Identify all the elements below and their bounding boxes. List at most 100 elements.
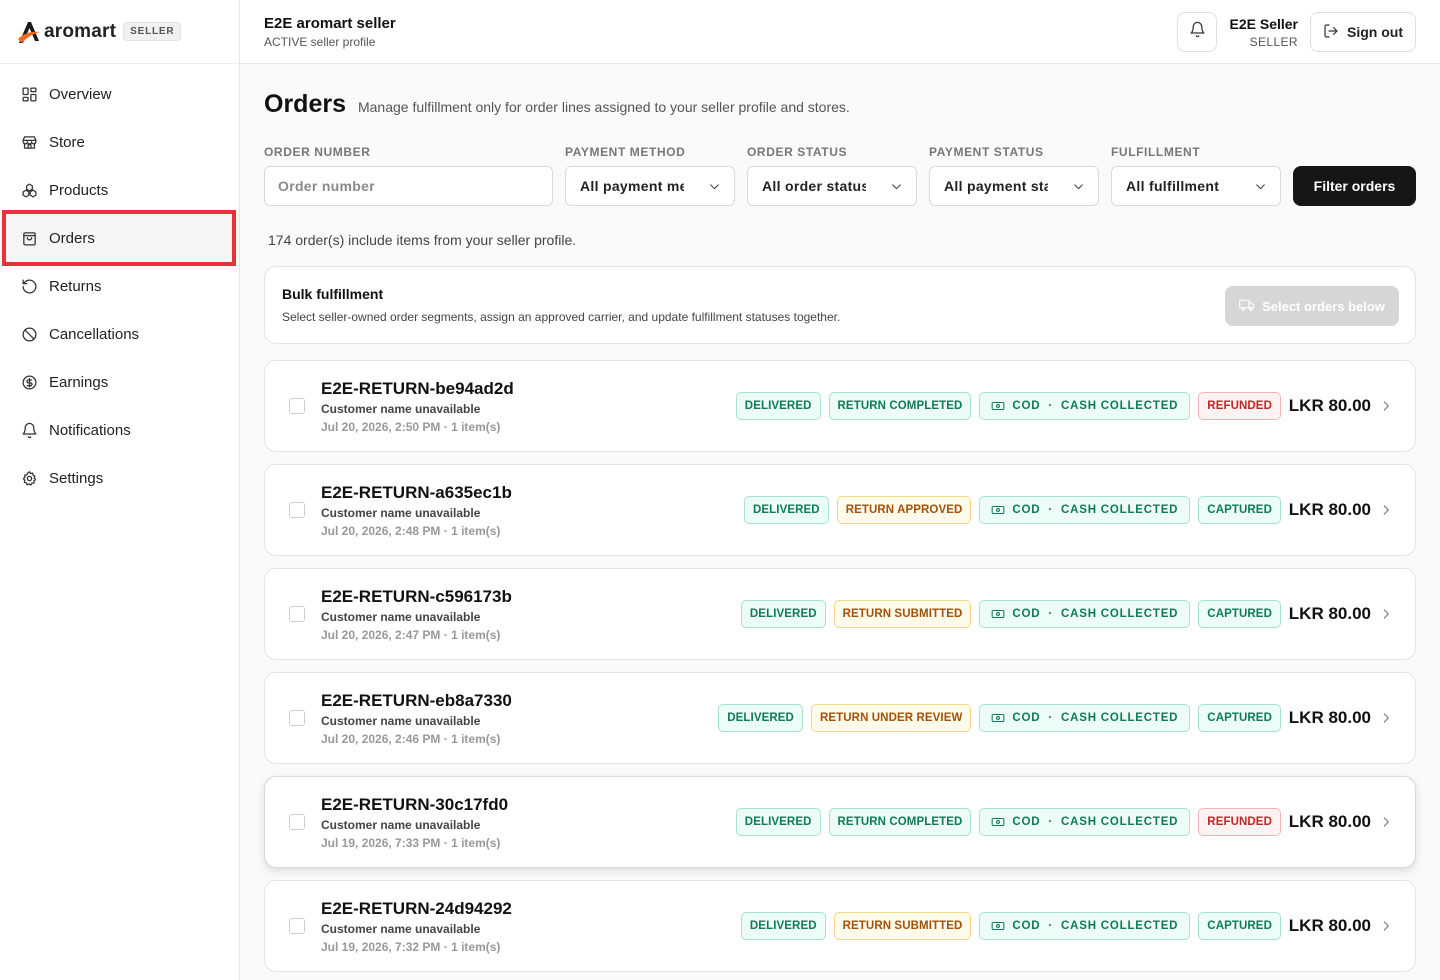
log-out-icon xyxy=(1323,23,1339,42)
order-card[interactable]: E2E-RETURN-30c17fd0 Customer name unavai… xyxy=(264,776,1416,868)
return-status-badge: RETURN SUBMITTED xyxy=(833,600,972,628)
payment-method-label: PAYMENT METHOD xyxy=(565,145,686,159)
order-number-label: ORDER NUMBER xyxy=(264,145,371,159)
bulk-fulfillment-panel: Bulk fulfillment Select seller-owned ord… xyxy=(264,266,1416,344)
bell-icon xyxy=(20,421,38,439)
sidebar-item-notifications[interactable]: Notifications xyxy=(0,406,239,454)
order-number: E2E-RETURN-30c17fd0 xyxy=(321,795,509,814)
gear-icon xyxy=(20,469,38,487)
chevron-down-icon xyxy=(1254,180,1267,193)
fulfillment-value: All fulfillment xyxy=(1126,178,1220,194)
order-meta: Jul 20, 2026, 2:46 PM · 1 item(s) xyxy=(321,732,501,746)
chevron-right-icon[interactable] xyxy=(1379,919,1393,933)
cash-icon xyxy=(992,713,1005,723)
order-number: E2E-RETURN-24d94292 xyxy=(321,899,512,918)
order-card[interactable]: E2E-RETURN-a635ec1b Customer name unavai… xyxy=(264,464,1416,556)
sidebar-nav: Overview Store Products Orders Returns C… xyxy=(0,64,239,502)
payment-method-select[interactable]: All payment methods xyxy=(565,166,735,206)
order-badges: DELIVERED RETURN SUBMITTED COD · CASH COLL… xyxy=(740,600,1281,628)
order-status-label: ORDER STATUS xyxy=(747,145,848,159)
return-status-badge: RETURN SUBMITTED xyxy=(833,912,972,940)
fulfillment-status-badge: DELIVERED xyxy=(740,912,826,940)
return-status-badge: RETURN COMPLETED xyxy=(828,392,972,420)
sidebar-item-products[interactable]: Products xyxy=(0,166,239,214)
bulk-fulfillment-description: Select seller-owned order segments, assi… xyxy=(282,310,841,324)
chevron-right-icon[interactable] xyxy=(1379,711,1393,725)
sidebar-item-label: Earnings xyxy=(49,373,109,391)
filter-orders-button[interactable]: Filter orders xyxy=(1293,166,1416,206)
seller-profile-name: E2E aromart seller xyxy=(264,15,396,32)
order-select-checkbox[interactable] xyxy=(289,814,305,830)
cash-icon xyxy=(992,609,1005,619)
payment-method: COD xyxy=(1012,608,1041,620)
sign-out-button[interactable]: Sign out xyxy=(1310,12,1416,52)
chevron-right-icon[interactable] xyxy=(1379,607,1393,621)
order-select-checkbox[interactable] xyxy=(289,606,305,622)
aromart-logo-icon xyxy=(16,19,42,45)
order-customer: Customer name unavailable xyxy=(321,402,481,416)
chevron-right-icon[interactable] xyxy=(1379,503,1393,517)
sidebar-item-settings[interactable]: Settings xyxy=(0,454,239,502)
cash-icon xyxy=(992,401,1005,411)
sidebar-item-earnings[interactable]: Earnings xyxy=(0,358,239,406)
truck-icon xyxy=(1239,297,1255,316)
order-status-select[interactable]: All order statuses xyxy=(747,166,917,206)
sidebar-item-orders[interactable]: Orders xyxy=(0,210,239,266)
payment-method: COD xyxy=(1012,816,1041,828)
order-number-input[interactable]: Order number xyxy=(264,166,553,206)
order-meta: Jul 20, 2026, 2:50 PM · 1 item(s) xyxy=(321,420,501,434)
bulk-fulfillment-title: Bulk fulfillment xyxy=(282,286,384,302)
order-customer: Customer name unavailable xyxy=(321,922,481,936)
order-select-checkbox[interactable] xyxy=(289,710,305,726)
fulfillment-status-badge: DELIVERED xyxy=(743,496,829,524)
payment-method-badge: COD · CASH COLLECTED xyxy=(979,704,1191,732)
order-amount: LKR 80.00 xyxy=(1288,812,1371,831)
chevron-right-icon[interactable] xyxy=(1379,815,1393,829)
payment-method-badge: COD · CASH COLLECTED xyxy=(979,600,1191,628)
order-filters: ORDER NUMBER Order number PAYMENT METHOD… xyxy=(264,144,1416,214)
notifications-button[interactable] xyxy=(1177,12,1217,52)
bell-icon xyxy=(1189,21,1206,43)
payment-status-value: All payment statuses xyxy=(944,178,1048,194)
payment-method-badge: COD · CASH COLLECTED xyxy=(979,496,1191,524)
cod-status: CASH COLLECTED xyxy=(1061,504,1179,516)
payment-status-select[interactable]: All payment statuses xyxy=(929,166,1099,206)
order-amount: LKR 80.00 xyxy=(1288,708,1371,727)
payment-status-badge: REFUNDED xyxy=(1198,392,1281,420)
payment-method: COD xyxy=(1012,400,1041,412)
user-role: SELLER xyxy=(1249,35,1298,49)
cod-status: CASH COLLECTED xyxy=(1061,712,1179,724)
sidebar-item-returns[interactable]: Returns xyxy=(0,262,239,310)
order-select-checkbox[interactable] xyxy=(289,502,305,518)
products-icon xyxy=(20,181,38,199)
order-card[interactable]: E2E-RETURN-eb8a7330 Customer name unavai… xyxy=(264,672,1416,764)
chevron-right-icon[interactable] xyxy=(1379,399,1393,413)
fulfillment-select[interactable]: All fulfillment xyxy=(1111,166,1281,206)
orders-count: 174 order(s) include items from your sel… xyxy=(268,232,577,248)
payment-status-badge: CAPTURED xyxy=(1198,704,1281,732)
order-select-checkbox[interactable] xyxy=(289,398,305,414)
order-number: E2E-RETURN-eb8a7330 xyxy=(321,691,512,710)
order-card[interactable]: E2E-RETURN-be94ad2d Customer name unavai… xyxy=(264,360,1416,452)
chevron-down-icon xyxy=(708,180,721,193)
select-orders-button[interactable]: Select orders below xyxy=(1225,286,1399,326)
order-card[interactable]: E2E-RETURN-24d94292 Customer name unavai… xyxy=(264,880,1416,972)
topbar: E2E aromart seller ACTIVE seller profile… xyxy=(240,0,1440,64)
brand-name: aromart xyxy=(44,20,117,42)
order-select-checkbox[interactable] xyxy=(289,918,305,934)
grid-icon xyxy=(20,85,38,103)
sidebar-item-label: Notifications xyxy=(49,421,131,439)
order-number: E2E-RETURN-be94ad2d xyxy=(321,379,514,398)
fulfillment-status-badge: DELIVERED xyxy=(740,600,826,628)
fulfillment-status-badge: DELIVERED xyxy=(735,392,821,420)
sidebar-item-cancellations[interactable]: Cancellations xyxy=(0,310,239,358)
fulfillment-label: FULFILLMENT xyxy=(1111,145,1201,159)
sidebar-item-store[interactable]: Store xyxy=(0,118,239,166)
payment-method: COD xyxy=(1012,504,1041,516)
sidebar-item-overview[interactable]: Overview xyxy=(0,70,239,118)
order-card[interactable]: E2E-RETURN-c596173b Customer name unavai… xyxy=(264,568,1416,660)
order-meta: Jul 20, 2026, 2:48 PM · 1 item(s) xyxy=(321,524,501,538)
brand[interactable]: aromart SELLER xyxy=(0,0,239,64)
dollar-circle-icon xyxy=(20,373,38,391)
chevron-down-icon xyxy=(890,180,903,193)
